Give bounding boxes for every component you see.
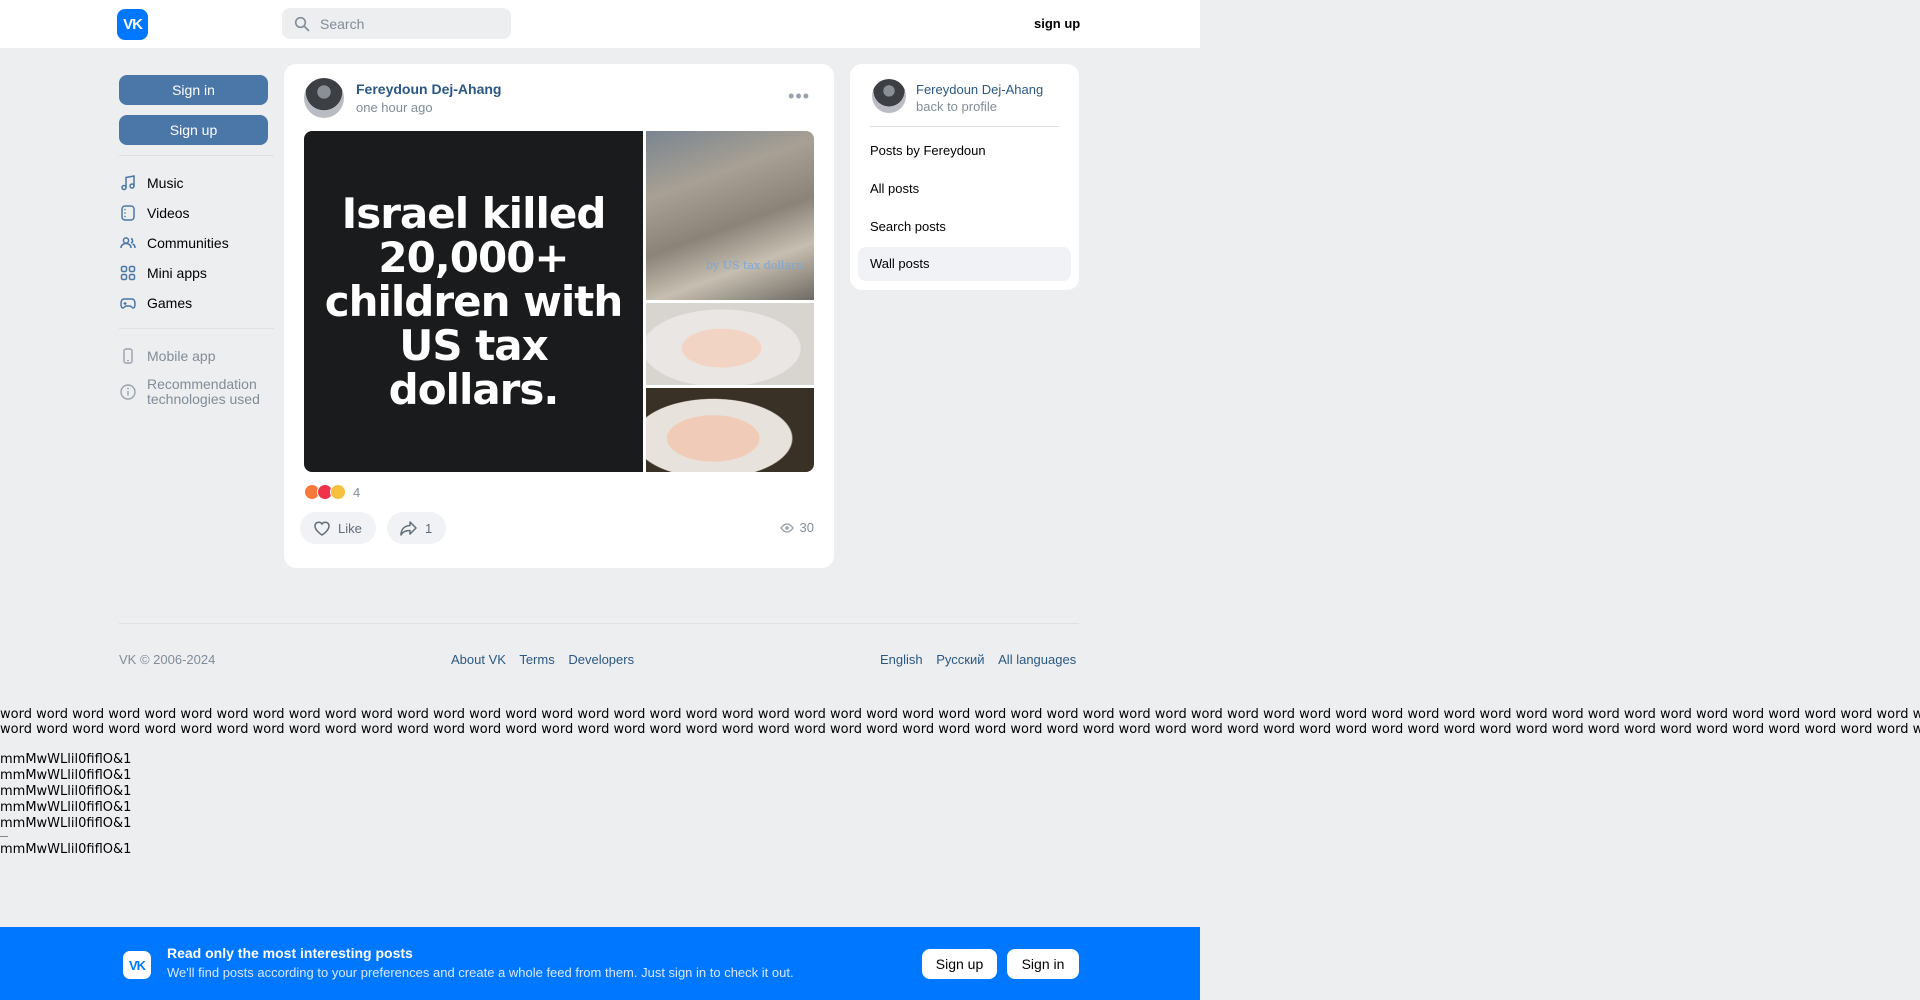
- music-icon: [121, 175, 135, 191]
- footer-link-developers[interactable]: Developers: [568, 652, 634, 667]
- recommendation-line-2: technologies used: [147, 391, 260, 407]
- font-sample-line: mmMwWLlil0fiflO&1: [0, 842, 132, 857]
- sidebar-item-videos[interactable]: Videos: [119, 198, 274, 228]
- vk-banner-logo: VK: [123, 951, 151, 979]
- footer-links: About VK Terms Developers: [451, 652, 644, 667]
- left-sidebar: Sign in Sign up Music Videos Communities…: [119, 75, 274, 407]
- sidebar-divider: [119, 328, 274, 329]
- sidebar-divider: [119, 155, 274, 156]
- more-options-icon[interactable]: •••: [788, 86, 810, 107]
- font-test-lines: mmMwWLlil0fiflO&1 mmMwWLlil0fiflO&1 mmMw…: [0, 752, 131, 858]
- sidebar-item-communities[interactable]: Communities: [119, 228, 274, 258]
- signup-button[interactable]: Sign up: [119, 115, 268, 145]
- footer-link-terms[interactable]: Terms: [519, 652, 554, 667]
- post-card: Fereydoun Dej-Ahang one hour ago ••• Isr…: [284, 64, 834, 568]
- word-test-text: word word word word word word word word …: [0, 707, 1920, 737]
- sidebar-item-label: Recommendation technologies used: [147, 377, 260, 407]
- footer-languages: English Русский All languages: [880, 652, 1076, 667]
- font-sample-line: mmMwWLlil0fiflO&1: [0, 752, 132, 767]
- vk-logo[interactable]: VK: [117, 9, 148, 40]
- font-sample-line: mmMwWLlil0fiflO&1: [0, 816, 132, 831]
- profile-panel: Fereydoun Dej-Ahang back to profile Post…: [850, 64, 1079, 290]
- back-to-profile-link[interactable]: back to profile: [916, 99, 997, 114]
- like-label: Like: [338, 520, 362, 536]
- search-input[interactable]: [318, 14, 502, 33]
- sidebar-item-recommendations[interactable]: Recommendation technologies used: [119, 377, 274, 407]
- gamepad-icon: [120, 298, 136, 309]
- footer-divider: [119, 623, 1079, 624]
- sidebar-item-label: Mobile app: [147, 348, 216, 364]
- communities-icon: [120, 237, 136, 249]
- sidebar-item-music[interactable]: Music: [119, 168, 274, 198]
- sad-reaction-icon: [330, 484, 346, 500]
- post-time[interactable]: one hour ago: [356, 100, 433, 115]
- panel-divider: [870, 126, 1059, 127]
- menu-item-wall-posts[interactable]: Wall posts: [858, 247, 1071, 281]
- like-button[interactable]: Like: [300, 512, 376, 544]
- word-line: word word word word word word word word …: [0, 707, 1920, 722]
- apps-icon: [120, 265, 136, 281]
- menu-item-posts-by-author[interactable]: Posts by Fereydoun: [858, 134, 1071, 168]
- menu-item-all-posts[interactable]: All posts: [858, 172, 1071, 206]
- sidebar-item-mini-apps[interactable]: Mini apps: [119, 258, 274, 288]
- eye-icon: [779, 522, 794, 533]
- menu-item-search-posts[interactable]: Search posts: [858, 210, 1071, 244]
- sidebar-item-label: Videos: [147, 205, 190, 221]
- phone-icon: [123, 348, 133, 364]
- font-sample-line: mmMwWLlil0fiflO&1: [0, 784, 132, 799]
- post-image-main[interactable]: Israel killed 20,000+ children with US t…: [304, 131, 643, 472]
- word-line: word word word word word word word word …: [0, 722, 1920, 737]
- top-bar: VK sign up: [0, 0, 1200, 48]
- profile-avatar[interactable]: [872, 79, 906, 113]
- sidebar-item-label: Communities: [147, 235, 229, 251]
- header-signup-link[interactable]: sign up: [1034, 16, 1080, 31]
- author-avatar[interactable]: [304, 78, 344, 118]
- post-image-baby-2[interactable]: [646, 388, 814, 472]
- language-russian[interactable]: Русский: [936, 652, 984, 667]
- language-all[interactable]: All languages: [998, 652, 1076, 667]
- language-english[interactable]: English: [880, 652, 923, 667]
- recommendation-line-1: Recommendation: [147, 376, 257, 392]
- post-image-text: Israel killed 20,000+ children with US t…: [324, 188, 624, 414]
- profile-name[interactable]: Fereydoun Dej-Ahang: [916, 82, 1043, 97]
- post-image-baby[interactable]: [646, 303, 814, 385]
- search-icon: [294, 16, 310, 31]
- font-sample-line: mmMwWLlil0fiflO&1: [0, 800, 132, 815]
- views-count: 30: [799, 520, 814, 535]
- banner-subtitle: We'll find posts according to your prefe…: [167, 965, 794, 980]
- footer-link-about[interactable]: About VK: [451, 652, 506, 667]
- share-count: 1: [425, 520, 433, 536]
- signin-button[interactable]: Sign in: [119, 75, 268, 105]
- views-counter: 30: [779, 520, 814, 535]
- banner-title: Read only the most interesting posts: [167, 945, 413, 961]
- info-icon: [120, 384, 136, 400]
- post-author[interactable]: Fereydoun Dej-Ahang: [356, 81, 501, 97]
- banner-signup-button[interactable]: Sign up: [922, 949, 997, 979]
- banner-signin-button[interactable]: Sign in: [1007, 949, 1079, 979]
- sidebar-item-mobile-app[interactable]: Mobile app: [119, 341, 274, 371]
- search-box[interactable]: [282, 8, 511, 39]
- font-sample-line: mmMwWLlil0fiflO&1: [0, 768, 132, 783]
- footer-copyright: VK © 2006-2024: [119, 652, 216, 667]
- post-image-rubble[interactable]: by US tax dollars: [646, 131, 814, 300]
- sidebar-item-label: Mini apps: [147, 265, 207, 281]
- sidebar-item-label: Games: [147, 295, 193, 311]
- reactions-summary[interactable]: 4: [304, 484, 360, 500]
- signin-banner: VK Read only the most interesting posts …: [0, 927, 1200, 1000]
- heart-icon: [314, 521, 330, 536]
- separator-line: [0, 836, 8, 837]
- share-icon: [400, 521, 417, 536]
- post-image-caption: by US tax dollars: [706, 259, 802, 272]
- sidebar-item-games[interactable]: Games: [119, 288, 274, 318]
- reaction-count: 4: [353, 484, 361, 500]
- video-icon: [121, 205, 135, 221]
- share-button[interactable]: 1: [387, 512, 447, 544]
- sidebar-item-label: Music: [147, 175, 184, 191]
